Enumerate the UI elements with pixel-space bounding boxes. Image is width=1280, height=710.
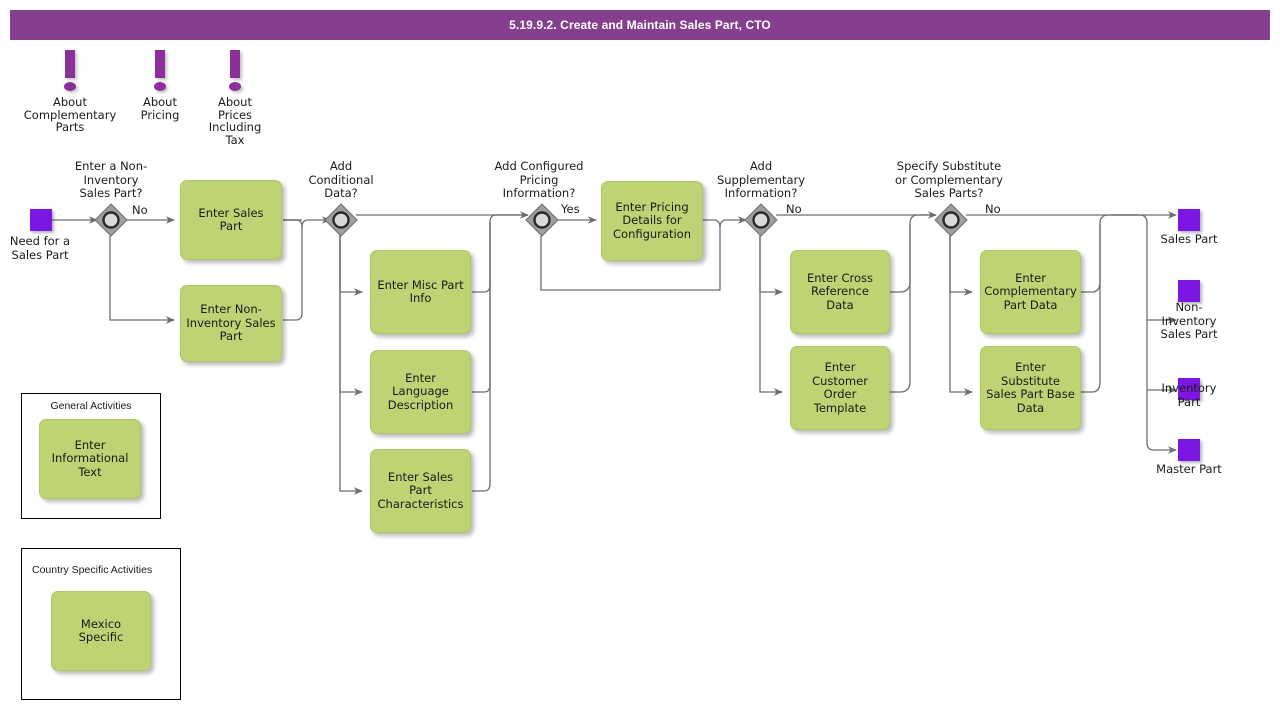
- exclamation-icon: [40, 48, 100, 96]
- task-enter-cross-reference-data[interactable]: Enter Cross Reference Data: [790, 250, 890, 334]
- task-enter-informational-text[interactable]: Enter Informational Text: [39, 419, 141, 499]
- task-label: Enter Customer Order Template: [812, 360, 868, 415]
- task-label: Enter Informational Text: [51, 437, 129, 479]
- flow-label-gw4-no: No: [786, 202, 802, 216]
- note-label: About Complementary Parts: [23, 95, 117, 134]
- end-event-master-part[interactable]: [1178, 439, 1200, 461]
- note-about-complementary-parts[interactable]: About Complementary Parts: [24, 48, 116, 134]
- group-title: General Activities: [50, 400, 132, 412]
- flow-label-gw5-no: No: [985, 202, 1001, 216]
- gateway-label-specify-substitute-or-complementary-sales-parts: Specify Substitute or Complementary Sale…: [895, 159, 1003, 200]
- start-event-label: Need for a Sales Part: [9, 234, 71, 262]
- task-label: Enter Sales Part: [198, 205, 264, 233]
- gateway-label-add-conditional-data: Add Conditional Data?: [308, 159, 374, 200]
- task-label: Enter Pricing Details for Configuration: [613, 199, 691, 241]
- task-enter-non-inventory-sales-part[interactable]: Enter Non- Inventory Sales Part: [180, 285, 282, 362]
- exclamation-icon: [205, 48, 265, 96]
- task-mexico-specific[interactable]: Mexico Specific: [51, 591, 151, 671]
- gateway-label-add-supplementary-information: Add Supplementary Information?: [716, 159, 806, 200]
- task-label: Enter Complementary Part Data: [984, 270, 1077, 312]
- task-enter-sales-part[interactable]: Enter Sales Part: [180, 180, 282, 260]
- gateway-label-add-configured-pricing-information: Add Configured Pricing Information?: [494, 159, 584, 200]
- flow-label-gw1-no: No: [132, 203, 148, 217]
- exclamation-icon: [130, 48, 190, 96]
- task-enter-language-description[interactable]: Enter Language Description: [370, 350, 471, 434]
- task-label: Enter Misc Part Info: [377, 277, 464, 305]
- task-enter-pricing-details-for-configuration[interactable]: Enter Pricing Details for Configuration: [601, 181, 703, 261]
- group-general-activities: General Activities Enter Informational T…: [21, 393, 161, 519]
- group-title: Country Specific Activities: [32, 564, 153, 576]
- flow-label-gw3-yes: Yes: [561, 202, 580, 216]
- gateway-label-enter-non-inventory-sales-part: Enter a Non- Inventory Sales Part?: [74, 159, 148, 200]
- task-enter-customer-order-template[interactable]: Enter Customer Order Template: [790, 346, 890, 430]
- start-event-need-for-a-sales-part[interactable]: [30, 209, 52, 231]
- task-label: Enter Cross Reference Data: [806, 270, 874, 312]
- end-event-label-inventory-part: Inventory Part: [1161, 381, 1217, 409]
- task-enter-misc-part-info[interactable]: Enter Misc Part Info: [370, 250, 471, 334]
- end-event-label-sales-part: Sales Part: [1160, 232, 1218, 246]
- note-about-pricing[interactable]: About Pricing: [130, 48, 190, 121]
- end-event-label-master-part: Master Part: [1156, 462, 1222, 476]
- task-enter-sales-part-characteristics[interactable]: Enter Sales Part Characteristics: [370, 449, 471, 533]
- task-label: Enter Substitute Sales Part Base Data: [986, 360, 1075, 415]
- task-label: Enter Language Description: [387, 370, 454, 412]
- page-title: 5.19.9.2. Create and Maintain Sales Part…: [10, 10, 1270, 40]
- note-about-prices-including-tax[interactable]: About Prices Including Tax: [205, 48, 265, 146]
- end-event-non-inventory-sales-part[interactable]: [1178, 280, 1200, 302]
- end-event-label-non-inventory-sales-part: Non- Inventory Sales Part: [1160, 300, 1218, 341]
- note-label: About Prices Including Tax: [208, 95, 262, 147]
- task-label: Enter Non- Inventory Sales Part: [186, 302, 276, 344]
- task-label: Mexico Specific: [78, 616, 124, 644]
- task-label: Enter Sales Part Characteristics: [377, 469, 464, 511]
- task-enter-complementary-part-data[interactable]: Enter Complementary Part Data: [980, 250, 1081, 334]
- diagram-canvas: 5.19.9.2. Create and Maintain Sales Part…: [0, 0, 1280, 710]
- note-label: About Pricing: [140, 95, 180, 122]
- group-country-specific-activities: Country Specific Activities Mexico Speci…: [21, 548, 181, 700]
- end-event-sales-part[interactable]: [1178, 209, 1200, 231]
- task-enter-substitute-sales-part-base-data[interactable]: Enter Substitute Sales Part Base Data: [980, 346, 1081, 430]
